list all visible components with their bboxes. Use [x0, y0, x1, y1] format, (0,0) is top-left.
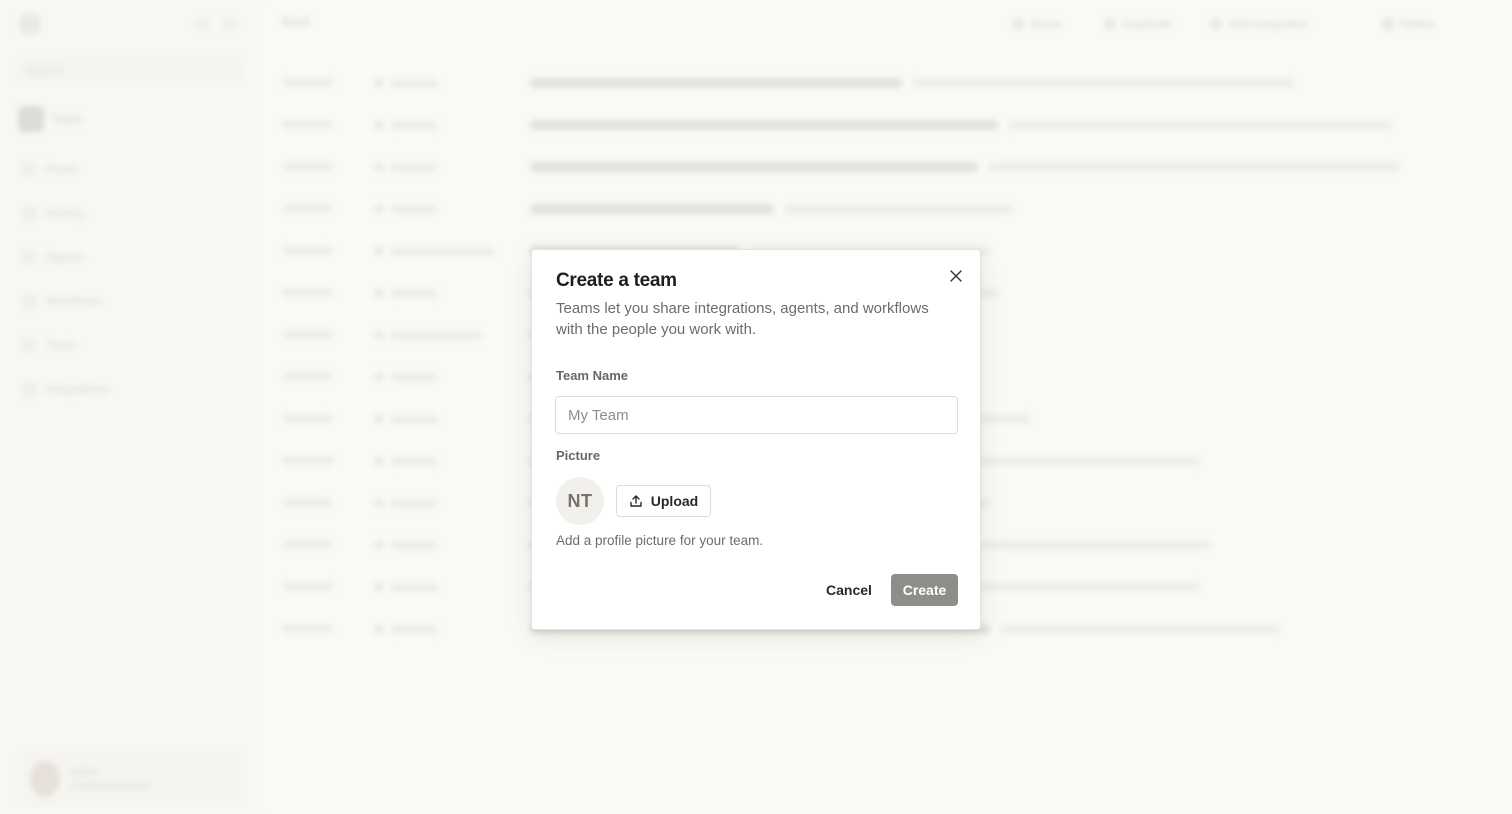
- dialog-description: Teams let you share integrations, agents…: [556, 300, 929, 338]
- close-button[interactable]: [946, 266, 966, 286]
- team-name-label: Team Name: [556, 368, 629, 383]
- dialog-title: Create a team: [556, 270, 677, 291]
- picture-label: Picture: [556, 448, 601, 463]
- team-avatar-preview: NT: [556, 477, 604, 525]
- close-icon: [950, 270, 962, 282]
- create-team-dialog: Create a team Teams let you share integr…: [531, 249, 981, 630]
- team-name-input[interactable]: [555, 396, 958, 434]
- upload-button[interactable]: Upload: [616, 485, 711, 517]
- avatar-initials: NT: [567, 490, 593, 511]
- cancel-button[interactable]: Cancel: [818, 574, 880, 606]
- upload-icon: [630, 495, 642, 507]
- picture-helper-text: Add a profile picture for your team.: [556, 533, 764, 548]
- create-button[interactable]: Create: [891, 574, 958, 606]
- upload-label: Upload: [650, 493, 699, 509]
